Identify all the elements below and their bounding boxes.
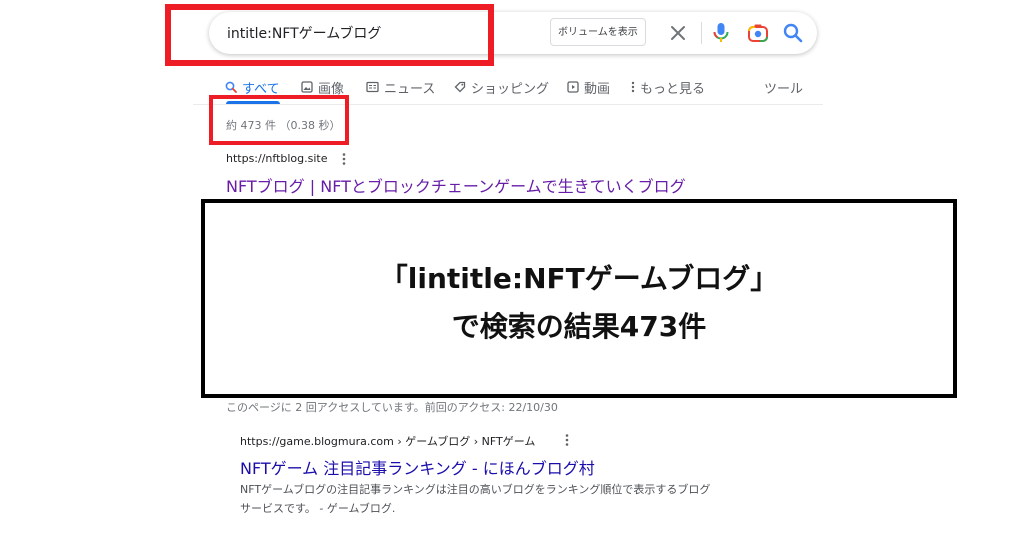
close-icon[interactable] xyxy=(668,23,688,43)
more-vert-icon[interactable] xyxy=(564,433,570,447)
tools-label: ツール xyxy=(764,81,804,97)
tab-all[interactable]: すべて xyxy=(225,77,280,97)
video-icon xyxy=(567,81,579,93)
caption-line-1: 「lintitle:NFTゲームブログ」 xyxy=(379,262,779,295)
caption-line-2: で検索の結果473件 xyxy=(451,310,707,343)
tab-more[interactable]: もっと見る xyxy=(631,77,705,97)
more-vert-icon[interactable] xyxy=(341,152,347,166)
tab-label: 動画 xyxy=(584,81,611,97)
caption-overlay: 「lintitle:NFTゲームブログ」 で検索の結果473件 xyxy=(201,199,957,398)
result-1-url[interactable]: https://nftblog.site xyxy=(226,152,328,165)
result-1-title-link[interactable]: NFTブログ | NFTとブロックチェーンゲームで生きていくブログ xyxy=(226,173,686,197)
result-2-url[interactable]: https://game.blogmura.com › ゲームブログ › NFT… xyxy=(240,433,535,449)
news-icon xyxy=(366,81,379,93)
tab-videos[interactable]: 動画 xyxy=(567,77,610,97)
microphone-icon[interactable] xyxy=(712,22,730,44)
tab-label: すべて xyxy=(242,81,280,97)
result-2-snippet-line-1: NFTゲームブログの注目記事ランキングは注目の高いブログをランキング順位で表示す… xyxy=(240,483,711,496)
more-vert-icon xyxy=(631,81,635,93)
result-count-highlight-frame xyxy=(209,95,349,145)
tab-news[interactable]: ニュース xyxy=(366,77,435,97)
tab-images[interactable]: 画像 xyxy=(301,77,344,97)
camera-lens-icon[interactable] xyxy=(747,22,769,44)
result-2-snippet-line-2: サービスです。 - ゲームブログ. xyxy=(240,502,396,515)
result-1-visit-note: このページに 2 回アクセスしています。前回のアクセス: 22/10/30 xyxy=(226,401,558,414)
tab-label: 画像 xyxy=(318,81,345,97)
tab-shopping[interactable]: ショッピング xyxy=(454,77,549,97)
tab-label: ニュース xyxy=(384,81,436,97)
search-icon xyxy=(225,81,237,93)
result-2-title-link[interactable]: NFTゲーム 注目記事ランキング - にほんブログ村 xyxy=(240,455,595,479)
tools-button[interactable]: ツール xyxy=(764,77,803,97)
image-icon xyxy=(301,81,313,93)
show-volume-button[interactable]: ボリュームを表示 xyxy=(550,18,646,46)
search-highlight-frame xyxy=(165,4,494,66)
tag-icon xyxy=(454,81,466,93)
tab-label: ショッピング xyxy=(471,81,550,97)
tab-label: もっと見る xyxy=(640,81,706,97)
search-bar-divider xyxy=(701,22,702,44)
search-icon[interactable] xyxy=(782,22,804,44)
